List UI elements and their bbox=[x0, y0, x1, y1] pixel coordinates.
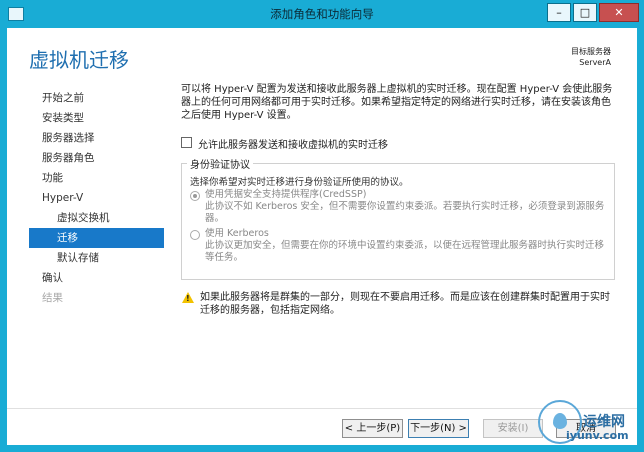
auth-protocol-description: 选择你希望对实时迁移进行身份验证所使用的协议。 bbox=[190, 177, 409, 188]
live-migration-checkbox[interactable] bbox=[181, 137, 192, 148]
warning-icon: ! bbox=[182, 292, 194, 303]
minimize-button[interactable]: – bbox=[547, 3, 571, 22]
watermark-text-cn: 运维网 bbox=[583, 414, 625, 430]
nav-item-hyper-v[interactable]: Hyper-V bbox=[29, 188, 164, 208]
auth-protocol-legend: 身份验证协议 bbox=[187, 156, 253, 171]
next-button[interactable]: 下一步(N) > bbox=[408, 419, 469, 438]
radio-selected-dot bbox=[193, 194, 197, 198]
target-server-name: ServerA bbox=[579, 58, 611, 67]
kerberos-description: 此协议更加安全，但需要在你的环境中设置约束委派，以便在远程管理此服务器时执行实时… bbox=[205, 240, 605, 263]
maximize-icon: □ bbox=[579, 6, 591, 19]
page-title: 虚拟机迁移 bbox=[29, 48, 129, 72]
kerberos-label[interactable]: 使用 Kerberos bbox=[205, 228, 269, 240]
nav-item-server-roles[interactable]: 服务器角色 bbox=[29, 148, 164, 168]
nav-item-before-you-begin[interactable]: 开始之前 bbox=[29, 88, 164, 108]
close-icon: ✕ bbox=[614, 6, 624, 19]
credssp-radio[interactable] bbox=[190, 191, 200, 201]
watermark-text-en: iyunv.com bbox=[566, 429, 629, 442]
minimize-icon: – bbox=[556, 6, 562, 19]
nav-item-server-selection[interactable]: 服务器选择 bbox=[29, 128, 164, 148]
credssp-label[interactable]: 使用凭据安全支持提供程序(CredSSP) bbox=[205, 189, 366, 201]
credssp-description: 此协议不如 Kerberos 安全，但不需要你设置约束委派。若要执行实时迁移，必… bbox=[205, 201, 605, 224]
title-bar: 添加角色和功能向导 – □ ✕ bbox=[0, 0, 644, 28]
nav-item-installation-type[interactable]: 安装类型 bbox=[29, 108, 164, 128]
nav-item-virtual-switches[interactable]: 虚拟交换机 bbox=[29, 208, 164, 228]
install-button: 安装(I) bbox=[483, 419, 543, 438]
nav-item-migration[interactable]: 迁移 bbox=[29, 228, 164, 248]
kerberos-radio[interactable] bbox=[190, 230, 200, 240]
nav-item-results: 结果 bbox=[42, 292, 63, 304]
window-frame-left bbox=[0, 28, 7, 452]
nav-item-features[interactable]: 功能 bbox=[29, 168, 164, 188]
wizard-navigation: 开始之前 安装类型 服务器选择 服务器角色 功能 Hyper-V 虚拟交换机 迁… bbox=[29, 88, 164, 308]
window-frame-right bbox=[637, 28, 644, 452]
nav-item-confirmation[interactable]: 确认 bbox=[29, 268, 164, 288]
nav-item-default-stores[interactable]: 默认存储 bbox=[29, 248, 164, 268]
live-migration-checkbox-label[interactable]: 允许此服务器发送和接收虚拟机的实时迁移 bbox=[198, 136, 388, 151]
maximize-button[interactable]: □ bbox=[573, 3, 597, 22]
close-button[interactable]: ✕ bbox=[599, 3, 639, 22]
window-frame-bottom bbox=[0, 445, 644, 452]
cluster-warning-text: 如果此服务器将是群集的一部分，则现在不要启用迁移。而是应该在创建群集时配置用于实… bbox=[200, 292, 610, 316]
target-server-label: 目标服务器 bbox=[571, 47, 611, 56]
migration-description: 可以将 Hyper-V 配置为发送和接收此服务器上虚拟机的实时迁移。现在配置 H… bbox=[181, 84, 613, 121]
previous-button[interactable]: < 上一步(P) bbox=[342, 419, 403, 438]
